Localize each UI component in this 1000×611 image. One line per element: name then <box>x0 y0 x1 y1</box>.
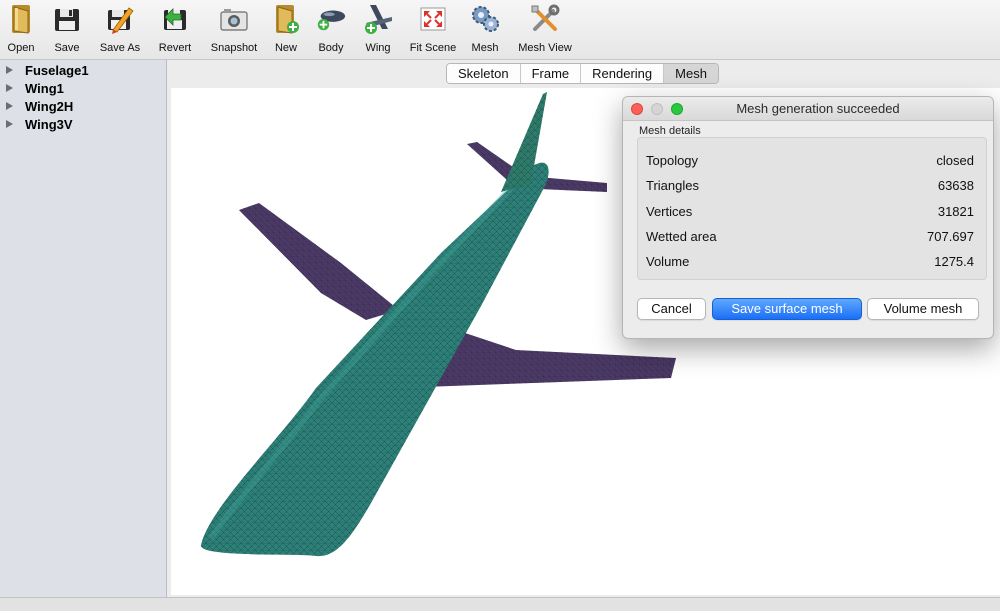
floppy-disk-icon <box>51 2 83 36</box>
component-tree: Fuselage1 Wing1 Wing2H Wing3V <box>0 60 167 597</box>
mesh-label: Mesh <box>471 42 499 54</box>
wing-label: Wing <box>365 42 391 54</box>
floppy-pencil-icon <box>104 2 136 36</box>
tree-item-label: Wing1 <box>25 80 64 96</box>
tab-skeleton[interactable]: Skeleton <box>447 64 521 83</box>
body-label: Body <box>318 42 344 54</box>
dialog-titlebar[interactable]: Mesh generation succeeded <box>623 97 993 121</box>
volume-mesh-button[interactable]: Volume mesh <box>867 298 979 320</box>
detail-row-wetted-area: Wetted area 707.697 <box>646 229 974 244</box>
mesh-gears-icon <box>469 2 501 36</box>
tree-item-fuselage1[interactable]: Fuselage1 <box>0 61 166 79</box>
detail-label: Vertices <box>646 204 693 219</box>
new-button[interactable]: New <box>272 2 300 58</box>
tree-item-wing3v[interactable]: Wing3V <box>0 115 166 133</box>
fit-scene-button[interactable]: Fit Scene <box>409 2 457 58</box>
expand-arrow-icon[interactable] <box>6 84 13 92</box>
mesh-view-label: Mesh View <box>518 42 572 54</box>
left-wing <box>239 203 399 320</box>
tree-item-label: Wing2H <box>25 98 74 114</box>
tree-item-label: Fuselage1 <box>25 62 89 78</box>
expand-arrow-icon[interactable] <box>6 120 13 128</box>
dialog-title: Mesh generation succeeded <box>736 101 900 116</box>
detail-value: 63638 <box>937 178 974 193</box>
open-button[interactable]: Open <box>6 2 36 58</box>
tree-item-wing1[interactable]: Wing1 <box>0 79 166 97</box>
mesh-view-button[interactable]: Mesh View <box>516 2 574 58</box>
revert-button[interactable]: Revert <box>156 2 194 58</box>
save-label: Save <box>54 42 80 54</box>
detail-row-vertices: Vertices 31821 <box>646 204 974 219</box>
mesh-details-label: Mesh details <box>639 125 701 137</box>
folder-open-icon <box>5 2 37 36</box>
tab-mesh[interactable]: Mesh <box>664 64 718 83</box>
add-wing-icon <box>362 2 394 36</box>
camera-icon <box>218 2 250 36</box>
fit-scene-icon <box>417 2 449 36</box>
add-body-icon <box>315 2 347 36</box>
save-as-button[interactable]: Save As <box>98 2 142 58</box>
save-surface-mesh-button[interactable]: Save surface mesh <box>712 298 862 320</box>
detail-value: 707.697 <box>927 229 974 244</box>
save-as-label: Save As <box>99 42 141 54</box>
detail-row-volume: Volume 1275.4 <box>646 254 974 269</box>
tab-rendering[interactable]: Rendering <box>581 64 665 83</box>
save-button[interactable]: Save <box>53 2 81 58</box>
fit-scene-label: Fit Scene <box>409 42 457 54</box>
mesh-result-dialog: Mesh generation succeeded Mesh details T… <box>622 96 994 339</box>
tree-item-label: Wing3V <box>25 116 73 132</box>
detail-value: closed <box>936 153 974 168</box>
floppy-revert-icon <box>159 2 191 36</box>
tab-frame[interactable]: Frame <box>520 64 582 83</box>
detail-label: Triangles <box>646 178 699 193</box>
wing-button[interactable]: Wing <box>362 2 394 58</box>
detail-value: 31821 <box>937 204 974 219</box>
body-button[interactable]: Body <box>314 2 348 58</box>
detail-value: 1275.4 <box>934 254 974 269</box>
expand-arrow-icon[interactable] <box>6 66 13 74</box>
revert-label: Revert <box>158 42 192 54</box>
expand-arrow-icon[interactable] <box>6 102 13 110</box>
mesh-view-tools-icon <box>529 2 561 36</box>
snapshot-label: Snapshot <box>210 42 258 54</box>
status-bar <box>0 597 1000 611</box>
main-toolbar: Open Save Save As Revert Snapshot New Bo… <box>0 0 1000 60</box>
detail-label: Wetted area <box>646 229 717 244</box>
detail-row-topology: Topology closed <box>646 153 974 168</box>
detail-row-triangles: Triangles 63638 <box>646 178 974 193</box>
folder-new-icon <box>270 2 302 36</box>
mesh-details-group: Topology closed Triangles 63638 Vertices… <box>637 137 987 280</box>
new-label: New <box>274 42 297 54</box>
snapshot-button[interactable]: Snapshot <box>209 2 259 58</box>
tree-item-wing2h[interactable]: Wing2H <box>0 97 166 115</box>
open-label: Open <box>7 42 35 54</box>
view-tabs: Skeleton Frame Rendering Mesh <box>446 63 719 84</box>
mesh-button[interactable]: Mesh <box>469 2 501 58</box>
cancel-button[interactable]: Cancel <box>637 298 706 320</box>
detail-label: Topology <box>646 153 699 168</box>
detail-label: Volume <box>646 254 690 269</box>
